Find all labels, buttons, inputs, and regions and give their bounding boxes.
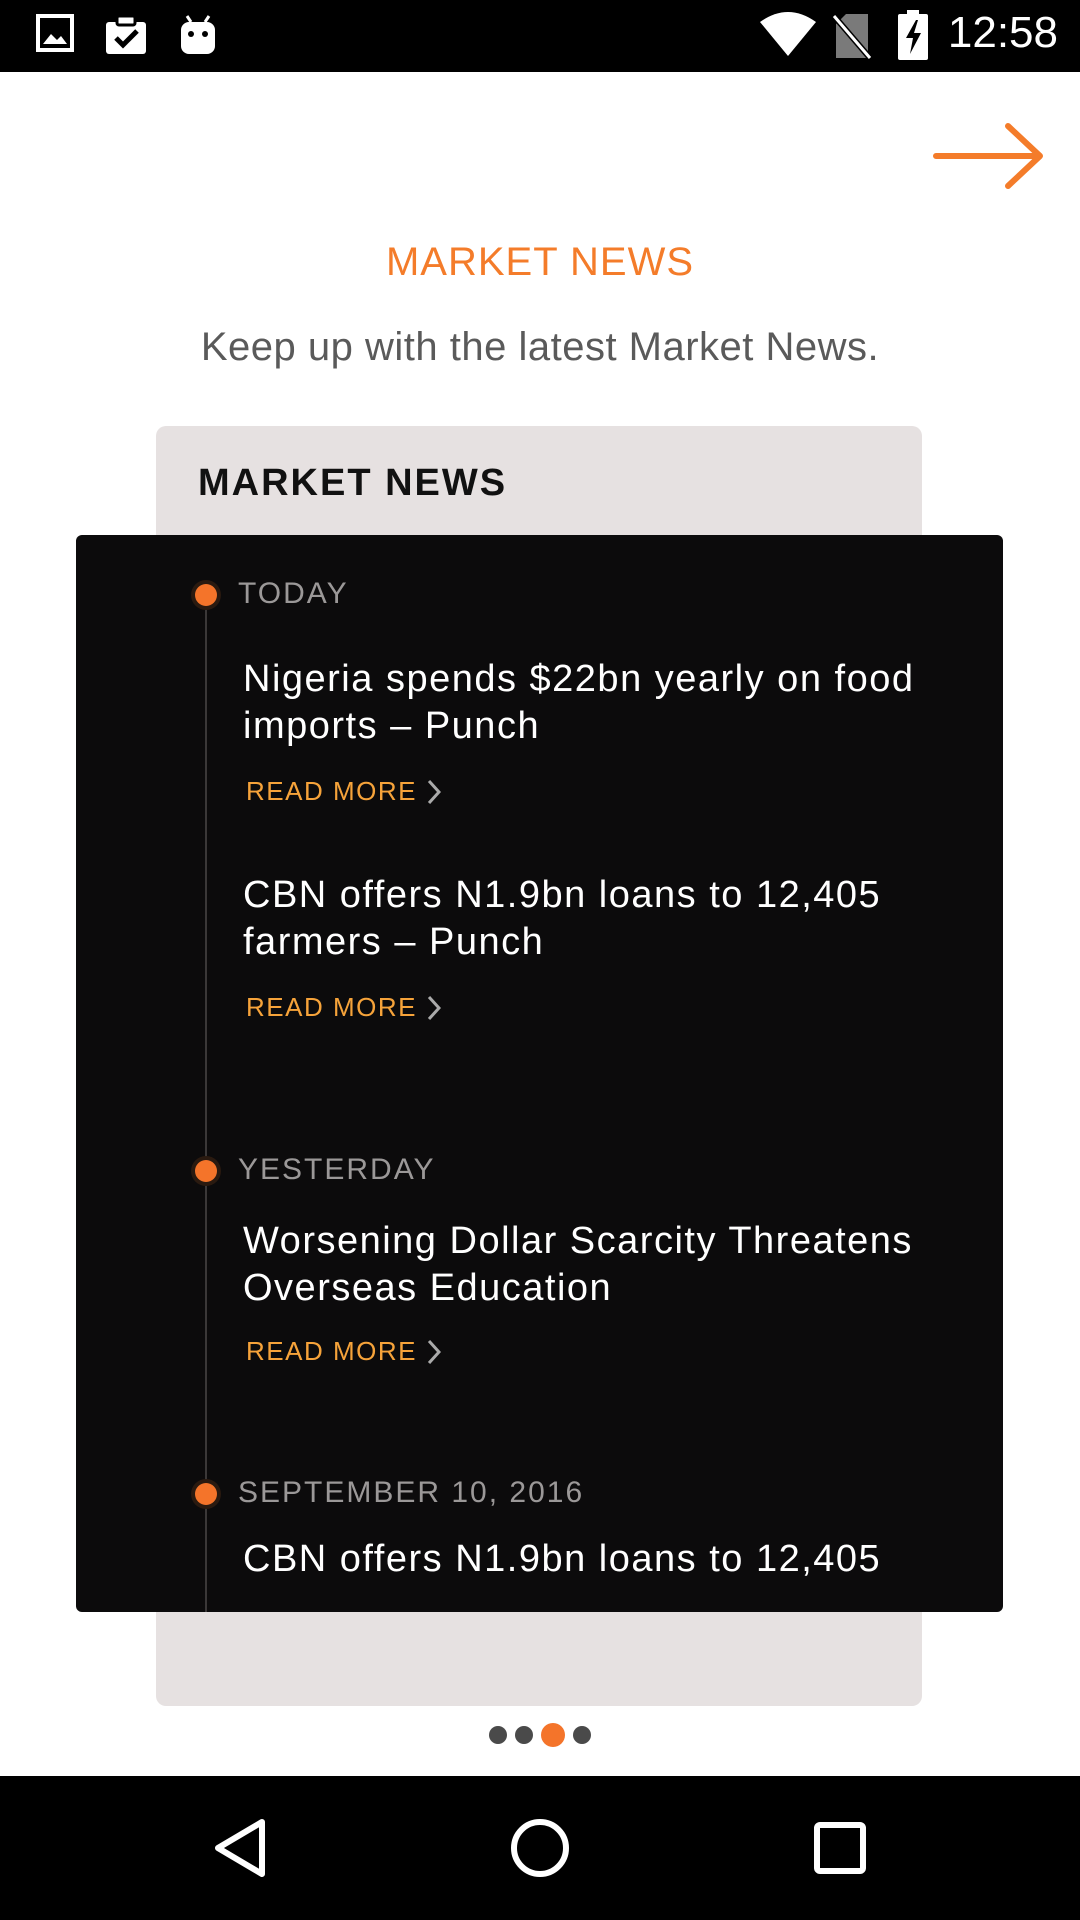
next-button[interactable] [930,120,1048,192]
timeline-dot [195,1160,217,1182]
status-time: 12:58 [947,8,1058,57]
read-more-label: READ MORE [246,1336,417,1366]
read-more-label: READ MORE [246,992,417,1022]
news-headline[interactable]: Worsening Dollar Scarcity Threatens Over… [243,1218,943,1312]
clipboard-check-icon [104,14,148,61]
recents-button[interactable] [770,1776,910,1920]
home-icon [511,1819,569,1877]
wifi-icon [758,12,818,63]
chevron-right-icon [427,779,441,804]
page-indicator [0,1721,1080,1747]
status-bar: 12:58 [0,0,1080,72]
chevron-right-icon [427,1339,441,1364]
home-button[interactable] [470,1776,610,1920]
read-more-link[interactable]: READ MORE [246,776,441,807]
card-title: MARKET NEWS [198,462,508,504]
slide-subtitle: Keep up with the latest Market News. [200,325,880,369]
recents-icon [814,1822,866,1874]
timeline-dot [195,584,217,606]
news-headline[interactable]: CBN offers N1.9bn loans to 12,405 [243,1536,943,1583]
read-more-link[interactable]: READ MORE [246,992,441,1023]
page-dot [489,1726,507,1744]
date-label: TODAY [238,577,349,610]
date-label: YESTERDAY [238,1153,436,1186]
news-headline[interactable]: CBN offers N1.9bn loans to 12,405 farmer… [243,872,943,966]
timeline-line [205,595,207,1612]
page-dot [515,1726,533,1744]
slide-title: MARKET NEWS [385,240,695,284]
read-more-label: READ MORE [246,776,417,806]
news-headline[interactable]: Nigeria spends $22bn yearly on food impo… [243,656,943,750]
timeline-dot [195,1483,217,1505]
date-label: SEPTEMBER 10, 2016 [238,1476,585,1509]
navigation-bar [0,1776,1080,1920]
page-dot [573,1726,591,1744]
back-button[interactable] [170,1776,310,1920]
read-more-link[interactable]: READ MORE [246,1336,441,1367]
page-dot-active [541,1723,565,1747]
android-icon [178,14,218,61]
no-sim-icon [831,12,873,65]
chevron-right-icon [427,995,441,1020]
back-icon [215,1819,265,1877]
arrow-right-icon [933,123,1043,189]
image-icon [36,14,74,57]
battery-charging-icon [898,10,928,65]
market-news-card[interactable]: TODAY Nigeria spends $22bn yearly on foo… [76,535,1003,1612]
